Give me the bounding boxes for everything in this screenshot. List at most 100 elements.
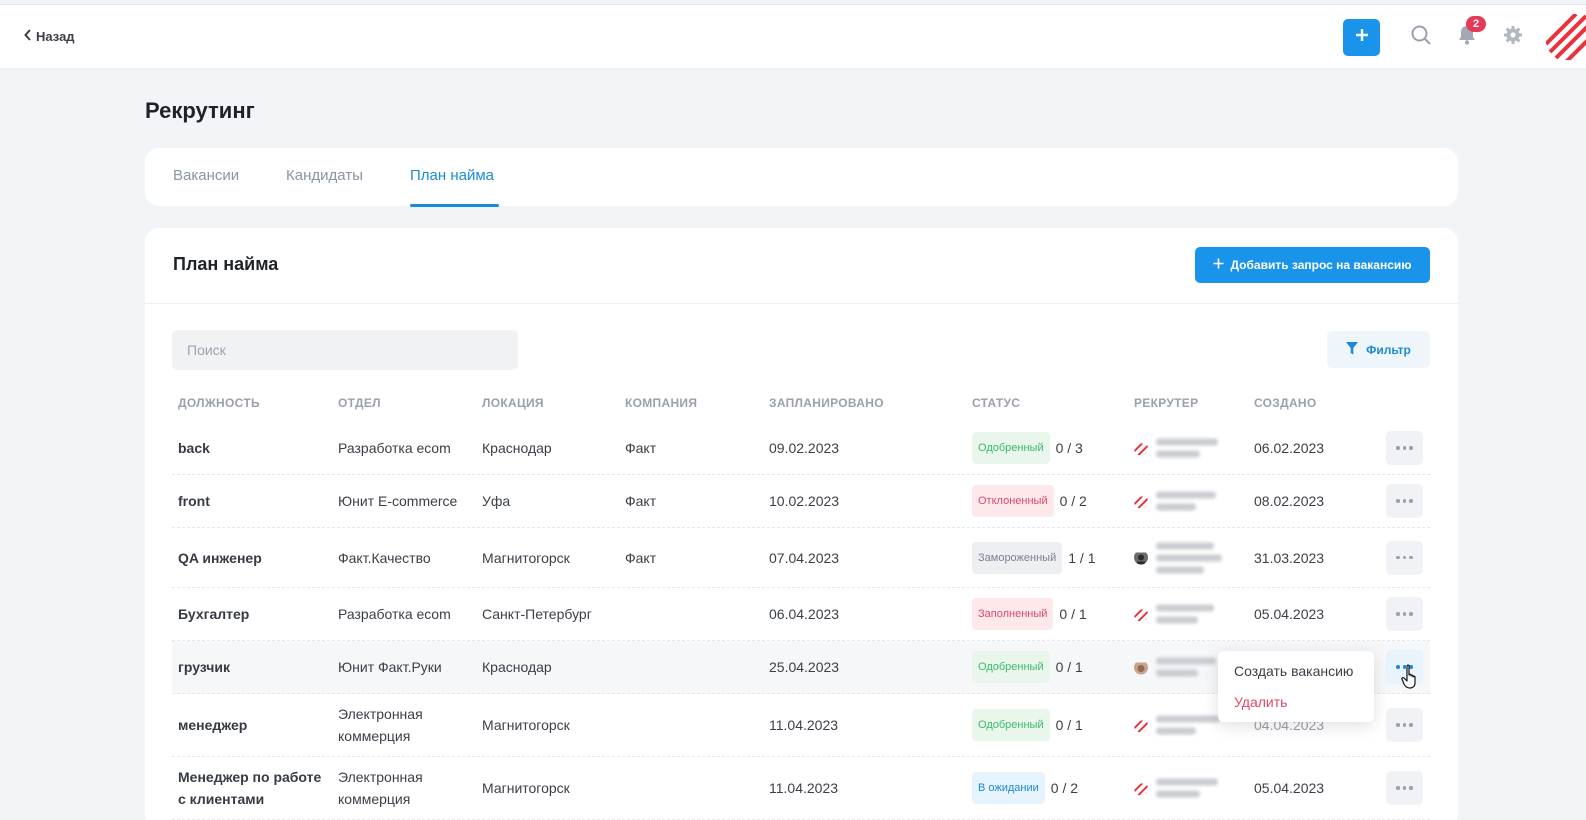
column-header-department[interactable]: ОТДЕЛ: [338, 396, 381, 410]
notifications-button[interactable]: 2: [1454, 16, 1486, 50]
avatar: [1134, 718, 1148, 732]
search-button[interactable]: [1408, 24, 1434, 50]
cell-recruiter: [1134, 715, 1220, 735]
cell-status: Замороженный 1 / 1: [972, 541, 1096, 574]
cell-created: 05.04.2023: [1254, 606, 1325, 622]
vacancy-count: 0 / 1: [1055, 717, 1083, 733]
cell-recruiter: [1134, 657, 1216, 677]
column-header-recruiter[interactable]: РЕКРУТЕР: [1134, 396, 1198, 410]
avatar: [1134, 441, 1148, 455]
column-header-planned[interactable]: ЗАПЛАНИРОВАНО: [769, 396, 884, 410]
cell-position: QA инженер: [178, 549, 262, 566]
cell-recruiter: [1134, 542, 1222, 573]
cell-company: Факт: [625, 440, 657, 456]
cell-planned: 11.04.2023: [769, 780, 839, 796]
column-header-company[interactable]: КОМПАНИЯ: [625, 396, 697, 410]
recruiter-name-redacted: [1156, 778, 1218, 798]
cell-location: Краснодар: [482, 659, 552, 675]
recruiter-name-redacted: [1156, 542, 1222, 573]
cell-created: 31.03.2023: [1254, 549, 1325, 566]
column-header-created[interactable]: СОЗДАНО: [1254, 396, 1317, 410]
row-actions-button[interactable]: [1386, 540, 1423, 575]
company-logo[interactable]: [1546, 14, 1586, 60]
cell-created: 08.02.2023: [1254, 493, 1325, 509]
vacancy-count: 0 / 3: [1055, 440, 1083, 456]
back-link[interactable]: Назад: [24, 29, 75, 44]
cell-department: Разработка ecom: [338, 606, 451, 622]
status-badge: Одобренный: [972, 432, 1050, 464]
menu-item-create-vacancy[interactable]: Создать вакансию: [1234, 663, 1353, 679]
filter-button[interactable]: Фильтр: [1327, 331, 1430, 368]
table-row[interactable]: Менеджер по работе с клиентами Электронн…: [172, 757, 1430, 820]
cell-created: 05.04.2023: [1254, 780, 1325, 796]
more-icon: [1395, 723, 1415, 727]
table-row[interactable]: QA инженер Факт.Качество Магнитогорск Фа…: [172, 528, 1430, 588]
cell-department: Факт.Качество: [338, 549, 431, 566]
add-vacancy-request-button[interactable]: Добавить запрос на вакансию: [1195, 247, 1430, 283]
cell-location: Санкт-Петербург: [482, 606, 592, 622]
cell-planned: 10.02.2023: [769, 493, 840, 509]
avatar: [1134, 607, 1148, 621]
row-actions-button[interactable]: [1386, 771, 1423, 805]
cell-department: Юнит E-commerce: [338, 493, 458, 509]
menu-item-delete[interactable]: Удалить: [1234, 694, 1287, 710]
settings-button[interactable]: [1500, 24, 1526, 50]
cell-location: Магнитогорск: [482, 717, 570, 733]
top-actions: 2: [1343, 14, 1586, 60]
vacancy-count: 0 / 1: [1059, 606, 1087, 622]
tab-candidates[interactable]: Кандидаты: [286, 167, 363, 184]
plus-icon: [1213, 258, 1224, 272]
row-actions-button[interactable]: [1386, 431, 1423, 465]
status-badge: Замороженный: [972, 541, 1063, 574]
vacancy-count: 1 / 1: [1068, 549, 1096, 566]
more-icon: [1395, 499, 1415, 503]
notification-badge: 2: [1466, 16, 1486, 32]
filter-icon: [1346, 341, 1359, 358]
table-row[interactable]: back Разработка ecom Краснодар Факт 09.0…: [172, 422, 1430, 475]
cell-company: Факт: [625, 493, 657, 509]
more-icon: [1395, 786, 1415, 790]
tab-hiring-plan[interactable]: План найма: [410, 167, 494, 184]
cell-company: Факт: [625, 549, 657, 566]
divider: [145, 303, 1458, 304]
filter-label: Фильтр: [1366, 342, 1411, 357]
cell-planned: 25.04.2023: [769, 659, 840, 675]
more-icon: [1395, 612, 1415, 616]
column-header-position[interactable]: ДОЛЖНОСТЬ: [178, 396, 260, 410]
page-title: Рекрутинг: [145, 98, 255, 123]
cell-department: Юнит Факт.Руки: [338, 659, 442, 675]
cell-status: В ожидании 0 / 2: [972, 772, 1078, 804]
cell-recruiter: [1134, 778, 1218, 798]
search-input[interactable]: [172, 330, 518, 370]
back-label: Назад: [36, 29, 75, 44]
create-button[interactable]: [1343, 18, 1380, 56]
cell-position: менеджер: [178, 717, 248, 733]
avatar: [1134, 494, 1148, 508]
cell-planned: 11.04.2023: [769, 717, 839, 733]
cell-department: Разработка ecom: [338, 440, 451, 456]
tab-vacancies[interactable]: Вакансии: [173, 167, 239, 184]
cell-status: Одобренный 0 / 3: [972, 432, 1083, 464]
more-icon: [1395, 555, 1415, 560]
top-bar: Назад 2: [0, 4, 1586, 68]
avatar: [1134, 660, 1148, 674]
avatar: [1134, 781, 1148, 795]
recruiter-name-redacted: [1156, 491, 1216, 511]
row-actions-button[interactable]: [1386, 708, 1423, 742]
gear-icon: [1503, 25, 1523, 50]
row-actions-button[interactable]: [1386, 597, 1423, 631]
table-row[interactable]: front Юнит E-commerce Уфа Факт 10.02.202…: [172, 475, 1430, 528]
column-header-status[interactable]: СТАТУС: [972, 396, 1020, 410]
cell-position: грузчик: [178, 659, 230, 675]
add-vacancy-request-label: Добавить запрос на вакансию: [1230, 258, 1412, 272]
more-icon: [1395, 446, 1415, 450]
row-context-menu: Создать вакансию Удалить: [1218, 651, 1374, 722]
cell-position: back: [178, 440, 210, 456]
recruiter-name-redacted: [1156, 438, 1218, 458]
cell-created: 06.02.2023: [1254, 440, 1325, 456]
table-row[interactable]: Бухгалтер Разработка ecom Санкт-Петербур…: [172, 588, 1430, 641]
row-actions-button[interactable]: [1386, 484, 1423, 518]
recruiter-name-redacted: [1156, 604, 1214, 624]
column-header-location[interactable]: ЛОКАЦИЯ: [482, 396, 544, 410]
active-tab-indicator: [410, 204, 499, 207]
